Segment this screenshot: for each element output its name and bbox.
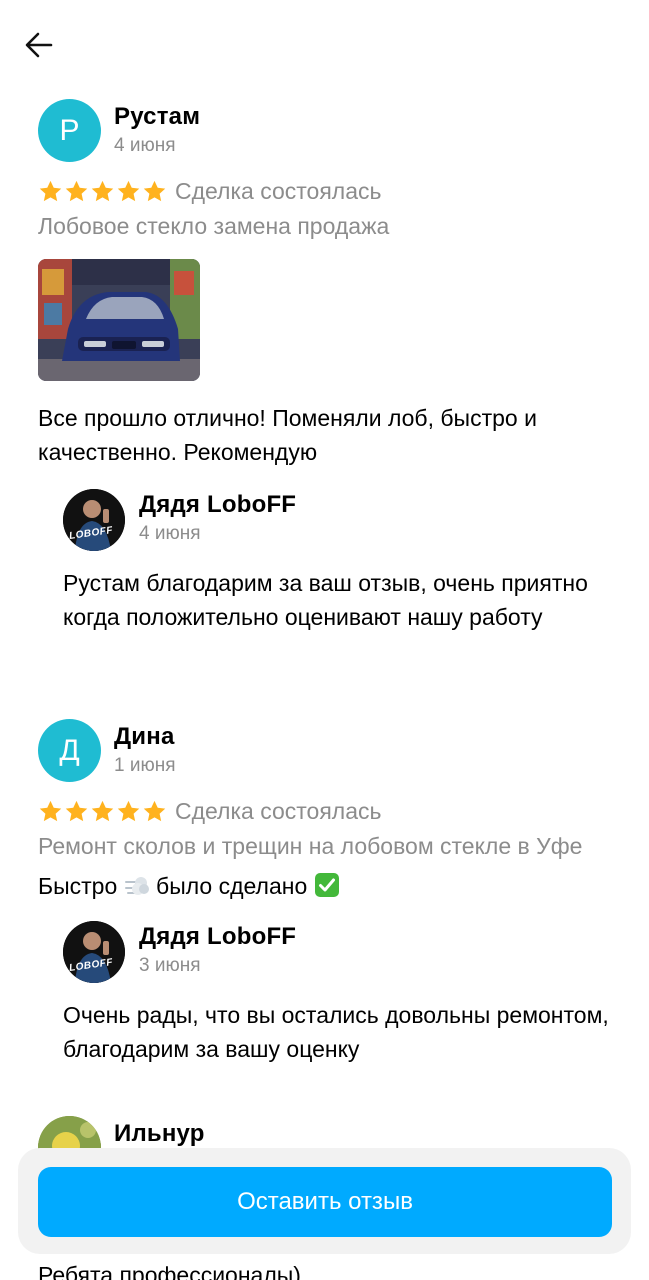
review-card: Д Дина 1 июня Сделка состоялась Ремонт с… xyxy=(38,719,629,1079)
service-name: Лобовое стекло замена продажа xyxy=(38,213,390,239)
star-icon xyxy=(65,800,88,821)
seller-avatar[interactable]: LOBOFF xyxy=(63,921,125,983)
rating-row: Сделка состоялась xyxy=(38,797,382,825)
bottom-action-bar: Оставить отзыв xyxy=(18,1148,631,1254)
review-text: Все прошло отлично! Поменяли лоб, быстро… xyxy=(38,405,537,465)
star-icon xyxy=(143,180,166,201)
car-photo xyxy=(38,259,200,381)
back-button[interactable] xyxy=(20,26,58,64)
check-mark-emoji-icon xyxy=(314,873,339,897)
reply-text: Рустам благодарим за ваш отзыв, очень пр… xyxy=(63,570,588,630)
reply-date: 3 июня xyxy=(139,955,201,976)
avatar[interactable]: Р xyxy=(38,99,101,162)
review-date: 1 июня xyxy=(114,755,176,776)
review-date: 4 июня xyxy=(114,135,176,156)
star-icon xyxy=(117,180,140,201)
reviewer-name[interactable]: Ильнур xyxy=(114,1120,205,1148)
seller-name[interactable]: Дядя LoboFF xyxy=(139,923,296,951)
seller-name[interactable]: Дядя LoboFF xyxy=(139,491,296,519)
review-card: Р Рустам 4 июня Сделка состоялась Лобово… xyxy=(38,99,629,679)
star-icon xyxy=(65,180,88,201)
service-name: Ремонт сколов и трещин на лобовом стекле… xyxy=(38,833,583,859)
reply-text: Очень рады, что вы остались довольны рем… xyxy=(63,1002,609,1062)
seller-reply: LOBOFF Дядя LoboFF 4 июня Рустам благода… xyxy=(63,489,629,669)
arrow-left-icon xyxy=(25,32,53,58)
reply-date: 4 июня xyxy=(139,523,201,544)
reviewer-name[interactable]: Рустам xyxy=(114,103,200,131)
dash-emoji-icon xyxy=(124,877,149,895)
deal-status: Сделка состоялась xyxy=(175,797,382,824)
star-icon xyxy=(91,180,114,201)
star-icon xyxy=(91,800,114,821)
review-text: Ребята профессионалы) xyxy=(38,1262,301,1280)
review-photo[interactable] xyxy=(38,259,200,381)
star-icon xyxy=(39,800,62,821)
leave-review-button[interactable]: Оставить отзыв xyxy=(38,1167,612,1237)
avatar[interactable]: Д xyxy=(38,719,101,782)
reviews-screen: Р Рустам 4 июня Сделка состоялась Лобово… xyxy=(0,0,649,1280)
star-rating xyxy=(38,179,167,204)
review-text-part: Быстро xyxy=(38,873,118,899)
review-text-part: было сделано xyxy=(156,873,308,899)
review-text: Быстро было сделано xyxy=(38,869,598,903)
seller-avatar[interactable]: LOBOFF xyxy=(63,489,125,551)
rating-row: Сделка состоялась xyxy=(38,177,382,205)
star-icon xyxy=(117,800,140,821)
star-rating xyxy=(38,799,167,824)
star-icon xyxy=(39,180,62,201)
seller-reply: LOBOFF Дядя LoboFF 3 июня Очень рады, чт… xyxy=(63,921,629,1071)
reviewer-name[interactable]: Дина xyxy=(114,723,175,751)
star-icon xyxy=(143,800,166,821)
deal-status: Сделка состоялась xyxy=(175,177,382,204)
